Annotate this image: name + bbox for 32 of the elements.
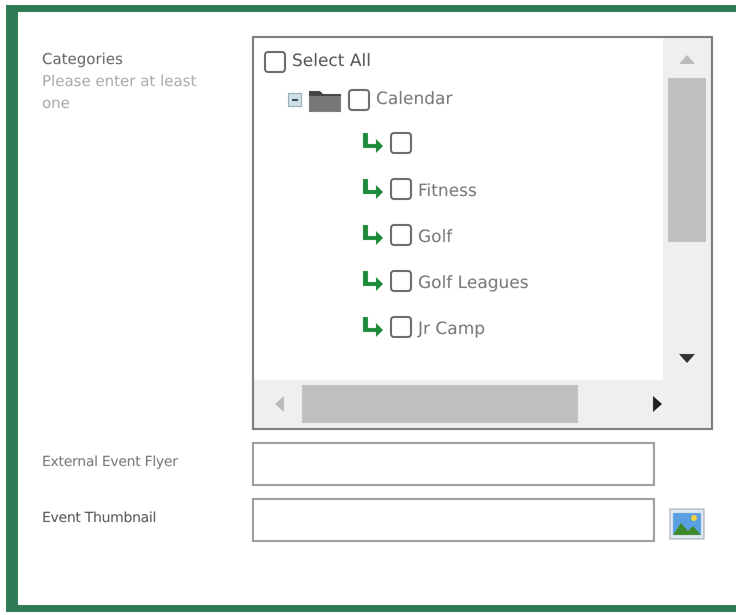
tree-item-label: Jr Camp — [418, 318, 486, 342]
checkbox[interactable] — [390, 224, 412, 246]
child-arrow-icon — [360, 316, 384, 338]
text-field[interactable] — [252, 442, 655, 486]
text-field[interactable] — [252, 498, 655, 542]
scroll-right-icon[interactable] — [653, 396, 663, 412]
vertical-scrollbar[interactable] — [663, 38, 711, 380]
scroll-down-icon[interactable] — [679, 354, 695, 364]
tree-item-label: Golf Leagues — [418, 272, 529, 296]
checkbox[interactable] — [390, 132, 412, 154]
tree-item-label: Fitness — [418, 180, 477, 204]
tree-item-label: Select All — [292, 50, 371, 74]
tree-item-label: Golf — [418, 226, 452, 250]
horizontal-scrollbar[interactable] — [254, 380, 711, 428]
child-arrow-icon — [360, 270, 384, 292]
image-picker-icon[interactable] — [669, 508, 705, 540]
tree-item-label: Calendar — [376, 88, 452, 112]
collapse-icon[interactable] — [288, 93, 302, 107]
checkbox[interactable] — [264, 51, 286, 73]
checkbox[interactable] — [390, 316, 412, 338]
checkbox[interactable] — [390, 178, 412, 200]
child-arrow-icon — [360, 224, 384, 246]
field-label: Categories — [42, 49, 124, 70]
child-arrow-icon — [360, 178, 384, 200]
checkbox[interactable] — [348, 89, 370, 111]
child-arrow-icon — [360, 132, 384, 154]
hint-text: Please enter at least one — [42, 71, 198, 114]
checkbox[interactable] — [390, 270, 412, 292]
field-label: Event Thumbnail — [42, 509, 158, 528]
scroll-thumb[interactable] — [302, 385, 578, 423]
scroll-thumb[interactable] — [668, 78, 706, 242]
field-label: External Event Flyer — [42, 453, 179, 472]
